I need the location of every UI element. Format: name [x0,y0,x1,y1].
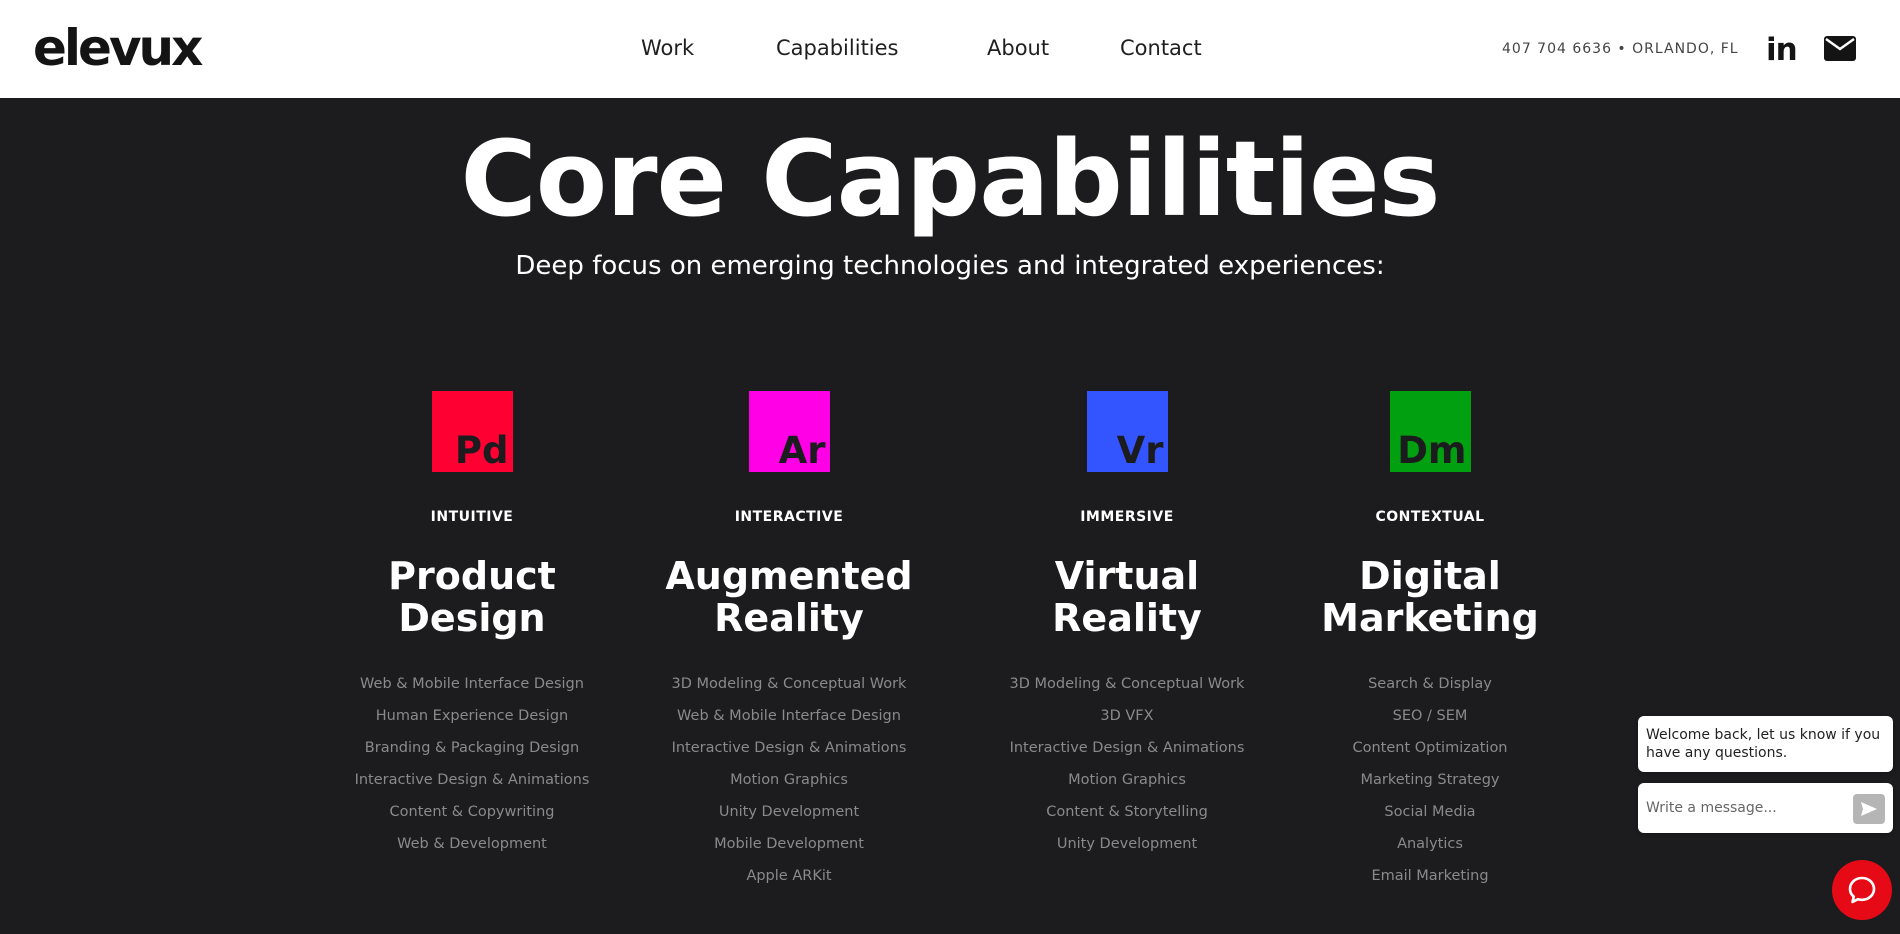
capability-list: 3D Modeling & Conceptual Work 3D VFX Inter… [977,668,1277,860]
capability-list-item: Interactive Design & Animations [354,772,590,788]
product-design-icon: Pd [431,391,513,472]
capability-list-item: 3D Modeling & Conceptual Work [1009,676,1245,692]
nav-contact[interactable]: Contact [1120,36,1202,60]
virtual-reality-icon: Vr [1086,391,1168,472]
capability-kicker: CONTEXTUAL [1375,509,1485,525]
nav-work[interactable]: Work [641,36,694,60]
capability-list-item: Content Optimization [1352,740,1508,756]
capability-title: Augmented Reality [665,554,913,640]
capability-list-item: Branding & Packaging Design [364,740,580,756]
capability-list-item: Unity Development [718,804,860,820]
digital-marketing-icon: Dm [1389,391,1471,472]
logo[interactable]: elevux [33,19,203,77]
capability-list-item: Motion Graphics [1068,772,1186,788]
capability-list-item: Apple ARKit [746,868,832,884]
capability-list-item: Interactive Design & Animations [1009,740,1245,756]
email-icon[interactable] [1824,36,1856,65]
chat-greeting: Welcome back, let us know if you have an… [1638,716,1893,772]
augmented-reality-icon: Ar [748,391,830,472]
capability-list-item: Content & Storytelling [1046,804,1208,820]
capability-list-item: Interactive Design & Animations [671,740,907,756]
chat-composer [1638,783,1893,833]
capability-list-item: Motion Graphics [730,772,848,788]
capability-list-item: Unity Development [1056,836,1198,852]
capability-title: Product Design [388,554,556,640]
capability-list-item: Web & Development [397,836,547,852]
capability-title: Digital Marketing [1321,554,1539,640]
send-icon[interactable] [1853,794,1885,824]
capability-list-item: Social Media [1384,804,1476,820]
capability-list-item: 3D VFX [1100,708,1154,724]
capability-digital-marketing: Dm CONTEXTUAL Digital Marketing Search & … [1280,391,1580,892]
linkedin-icon[interactable]: in [1766,32,1798,68]
capability-list-item: Web & Mobile Interface Design [677,708,901,724]
chat-message-input[interactable] [1646,792,1836,824]
capability-list-item: 3D Modeling & Conceptual Work [671,676,907,692]
capability-list-item: Mobile Development [714,836,864,852]
capability-list-item: Marketing Strategy [1360,772,1500,788]
capability-kicker: INTUITIVE [430,509,514,525]
capability-augmented-reality: Ar INTERACTIVE Augmented Reality 3D Model… [639,391,939,892]
capability-list: 3D Modeling & Conceptual Work Web & Mobil… [639,668,939,892]
site-header: elevux Work Capabilities About Contact 4… [0,0,1900,98]
capability-list-item: Search & Display [1368,676,1492,692]
page-title: Core Capabilities [460,118,1440,240]
capability-title: Virtual Reality [1052,554,1202,640]
capability-list: Web & Mobile Interface Design Human Exper… [322,668,622,860]
contact-info: 407 704 6636 • ORLANDO, FL [1502,41,1739,57]
capability-list-item: Analytics [1397,836,1463,852]
capability-list-item: Content & Copywriting [389,804,555,820]
nav-about[interactable]: About [987,36,1049,60]
nav-capabilities[interactable]: Capabilities [776,36,899,60]
capability-kicker: IMMERSIVE [1080,509,1174,525]
capability-kicker: INTERACTIVE [734,509,844,525]
capability-list-item: Email Marketing [1371,868,1489,884]
chat-icon [1848,876,1876,904]
capability-list-item: Human Experience Design [375,708,569,724]
capability-list-item: SEO / SEM [1392,708,1468,724]
capability-list-item: Web & Mobile Interface Design [360,676,584,692]
capability-list: Search & Display SEO / SEM Content Optimiz… [1280,668,1580,892]
page-subtitle: Deep focus on emerging technologies and … [515,251,1385,281]
capability-virtual-reality: Vr IMMERSIVE Virtual Reality 3D Modeling … [977,391,1277,860]
chat-launcher-button[interactable] [1832,860,1892,920]
capability-product-design: Pd INTUITIVE Product Design Web & Mobile … [322,391,622,860]
